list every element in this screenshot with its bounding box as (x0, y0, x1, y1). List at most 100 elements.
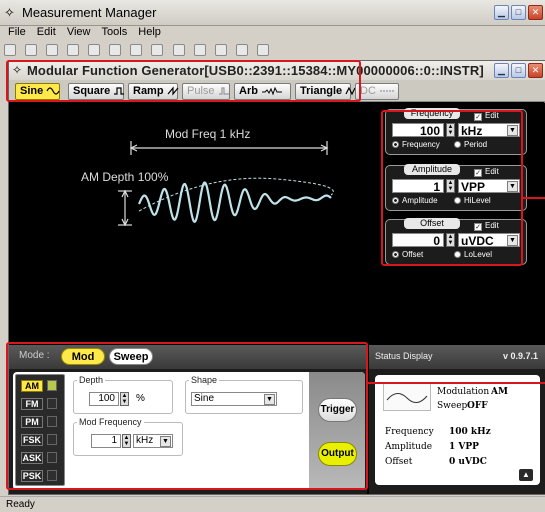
trigger-button[interactable]: Trigger (318, 398, 357, 422)
depth-label: Depth (77, 375, 106, 385)
depth-spinner[interactable]: ▲ ▼ (120, 392, 129, 406)
status-bar-text: Ready (6, 499, 35, 510)
connect-icon[interactable] (4, 44, 16, 56)
version-label: v 0.9.7.1 (502, 351, 538, 361)
sine-wave-icon (386, 393, 428, 403)
amplitude-edit-checkbox[interactable]: ✓ Edit (474, 167, 499, 177)
menu-edit[interactable]: Edit (37, 26, 56, 38)
inner-maximize-icon[interactable]: □ (511, 63, 526, 78)
status-offset-label: Offset (385, 457, 413, 467)
tab-triangle[interactable]: Triangle (295, 83, 356, 100)
monitor-icon[interactable] (214, 44, 227, 56)
frequency-control: Frequency ✓ Edit 100 ▲ ▼ kHz ▼ Frequency Pe… (385, 108, 527, 155)
frequency-value-field[interactable]: 100 (392, 123, 444, 138)
menu-tools[interactable]: Tools (102, 26, 128, 38)
chevron-down-icon[interactable]: ▼ (507, 235, 518, 246)
modulation-status-value: AM (491, 387, 508, 397)
help-icon[interactable] (256, 44, 269, 56)
chevron-down-icon[interactable]: ▼ (507, 125, 518, 136)
status-amplitude-label: Amplitude (385, 442, 433, 452)
inner-close-icon[interactable]: ✕ (528, 63, 543, 78)
lolevel-radio[interactable]: LoLevel (454, 250, 492, 259)
toolbar (0, 42, 545, 58)
offset-value-field[interactable]: 0 (392, 233, 444, 248)
status-bar: Ready (0, 496, 545, 512)
amplitude-radio[interactable]: Amplitude (392, 196, 438, 205)
inner-minimize-icon[interactable]: ▁ (494, 63, 509, 78)
chevron-down-icon[interactable]: ▼ (507, 181, 518, 192)
am-depth-label: AM Depth 100% (81, 170, 169, 184)
chevron-down-icon[interactable]: ▼ (160, 436, 171, 447)
mode-label: Mode : (19, 350, 50, 361)
maximize-icon[interactable]: □ (511, 5, 526, 20)
print-preview-icon[interactable] (67, 44, 80, 56)
amplitude-unit-select[interactable]: VPP ▼ (458, 179, 520, 194)
chevron-down-icon[interactable]: ▼ (264, 394, 275, 405)
tab-sweep[interactable]: Sweep (109, 348, 153, 365)
tab-sine[interactable]: Sine (15, 83, 60, 100)
amplitude-value-field[interactable]: 1 (392, 179, 444, 194)
offset-unit-select[interactable]: uVDC ▼ (458, 233, 520, 248)
depth-value-field[interactable]: 100 (89, 392, 119, 406)
waveform-display: Mod Freq 1 kHz AM Depth 100% Frequency ✓… (9, 103, 545, 345)
menu-help[interactable]: Help (138, 26, 161, 38)
cut-icon[interactable] (151, 44, 164, 56)
mod-freq-label: Mod Freq 1 kHz (165, 127, 251, 141)
tab-dc: DC (355, 83, 399, 100)
app-icon: ✧ (4, 5, 15, 20)
tab-mod[interactable]: Mod (61, 348, 105, 365)
sweep-status-label: Sweep (437, 401, 468, 411)
save-icon[interactable] (46, 44, 59, 56)
shape-select[interactable]: Sine ▼ (191, 392, 277, 406)
frequency-spinner[interactable]: ▲ ▼ (446, 123, 455, 137)
mod-type-ask[interactable]: ASK (21, 452, 43, 464)
status-info: Modulation AM Sweep OFF Frequency 100 kH… (375, 375, 540, 485)
modulation-panel: Mode : Mod Sweep AM FM PM FSK ASK PSK De… (9, 345, 367, 494)
depth-unit: % (136, 393, 145, 404)
tab-pulse: Pulse (182, 83, 230, 100)
minimize-icon[interactable]: ▁ (494, 5, 509, 20)
print-icon[interactable] (88, 44, 101, 56)
offset-radio[interactable]: Offset (392, 250, 423, 259)
output-button[interactable]: Output (318, 442, 357, 466)
modulation-settings: AM FM PM FSK ASK PSK Depth 100 ▲ ▼ % Shap… (13, 372, 365, 490)
mod-type-fsk[interactable]: FSK (21, 434, 43, 446)
offset-header: Offset (404, 218, 460, 229)
collapse-button[interactable]: ▲ (519, 469, 533, 481)
amplitude-spinner[interactable]: ▲ ▼ (446, 179, 455, 193)
menu-view[interactable]: View (67, 26, 91, 38)
tab-arb[interactable]: Arb (234, 83, 291, 100)
mod-type-psk[interactable]: PSK (21, 470, 43, 482)
instrument-window: ✧ Modular Function Generator[USB0::2391:… (8, 60, 545, 495)
status-display-panel: Status Display v 0.9.7.1 Modulation AM S… (369, 345, 545, 494)
menu-bar: File Edit View Tools Help (0, 26, 545, 42)
mod-type-pm[interactable]: PM (21, 416, 43, 428)
hilevel-radio[interactable]: HiLevel (454, 196, 491, 205)
frequency-radio[interactable]: Frequency (392, 140, 440, 149)
status-wave-thumbnail (383, 383, 431, 411)
period-radio[interactable]: Period (454, 140, 487, 149)
close-icon[interactable]: ✕ (528, 5, 543, 20)
tab-square[interactable]: Square (68, 83, 125, 100)
mod-type-am[interactable]: AM (21, 380, 43, 392)
mod-type-fm[interactable]: FM (21, 398, 43, 410)
offset-edit-checkbox[interactable]: ✓ Edit (474, 221, 499, 231)
window-title-bar: ✧ Measurement Manager ▁ □ ✕ (0, 0, 545, 26)
paste-icon[interactable] (193, 44, 206, 56)
mod-frequency-spinner[interactable]: ▲ ▼ (122, 434, 131, 448)
open-icon[interactable] (25, 44, 38, 56)
mod-frequency-value-field[interactable]: 1 (91, 434, 121, 448)
copy-icon[interactable] (172, 44, 185, 56)
frequency-edit-checkbox[interactable]: ✓ Edit (474, 111, 499, 121)
tab-ramp[interactable]: Ramp (128, 83, 179, 100)
mod-frequency-unit-select[interactable]: kHz ▼ (133, 434, 173, 448)
mod-frequency-label: Mod Frequency (77, 417, 144, 427)
instrument-icon[interactable] (235, 44, 248, 56)
undo-icon[interactable] (109, 44, 122, 56)
frequency-unit-select[interactable]: kHz ▼ (458, 123, 520, 138)
fsk-indicator (47, 434, 57, 445)
redo-icon[interactable] (130, 44, 143, 56)
offset-spinner[interactable]: ▲ ▼ (446, 233, 455, 247)
menu-file[interactable]: File (8, 26, 26, 38)
amplitude-control: Amplitude ✓ Edit 1 ▲ ▼ VPP ▼ Amplitude HiLe… (385, 164, 527, 211)
